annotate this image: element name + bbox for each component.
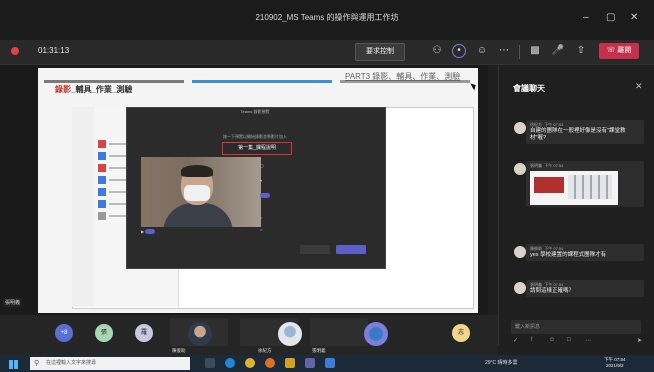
meeting-timer: 01:31:13 [38, 46, 70, 55]
participant-name: 徐紀方 [258, 348, 272, 353]
participant-avatar[interactable]: 張 [95, 324, 113, 342]
attach-icon[interactable]: ! [531, 337, 533, 343]
message-time: 下午 07:53 [544, 122, 564, 127]
message-time: 下午 07:54 [544, 163, 564, 168]
dialog-option[interactable]: ▾ [260, 178, 372, 188]
dialog-option[interactable]: ○ [260, 215, 372, 225]
request-control-button[interactable]: 要求控制 [355, 43, 405, 61]
dialog-toggle[interactable] [260, 193, 372, 203]
person-hair [181, 165, 213, 177]
close-icon[interactable]: ✕ [635, 81, 643, 92]
camera-off-icon[interactable]: ▩ [528, 44, 542, 58]
message-sender: 張明義 [530, 282, 542, 287]
compose-toolbar: ✓ ! ☺ □ ⋯ ➤ [511, 337, 651, 347]
message-sender: 陳俊助 [530, 246, 542, 251]
participant-photo [278, 322, 302, 346]
avatar [514, 282, 526, 294]
toolbar-divider [519, 45, 520, 59]
window-title: 210902_MS Teams 的操作與運用工作坊 [255, 13, 399, 22]
presenter-label: 張明義 [3, 298, 23, 307]
minimize-button[interactable]: – [583, 12, 589, 23]
dialog-option[interactable]: ○ [260, 227, 372, 237]
file-explorer-icon[interactable] [285, 358, 295, 368]
leave-button[interactable]: ☏ 離開 [599, 43, 639, 59]
message-text: 請問這樣正確嗎？ [530, 288, 575, 294]
participant-photo [364, 322, 388, 346]
teams-icon[interactable] [305, 358, 315, 368]
embedded-app-rail [72, 107, 95, 307]
emoji-icon[interactable]: ☺ [549, 337, 555, 343]
search-icon: ⚲ [34, 360, 40, 367]
recording-icon [11, 47, 19, 55]
dialog-option[interactable]: ▢ [260, 163, 372, 173]
message-text: yes 學校建置的課程式團隊才有 [530, 252, 607, 258]
gif-icon[interactable]: □ [567, 337, 571, 343]
more-icon[interactable]: ⋯ [585, 337, 591, 344]
avatar [514, 122, 526, 134]
dialog-confirm-button[interactable] [336, 245, 366, 254]
participant-tile[interactable] [310, 318, 368, 346]
dialog-cancel-button[interactable] [300, 245, 330, 254]
message-text: 自建的團隊在一般裡好像是沒有"課堂教材"喔? [530, 128, 626, 141]
edge-icon[interactable] [225, 358, 235, 368]
dialog-subtitle: 按一下預覽以開始錄影並將影片加入 [223, 134, 287, 139]
participant-name: 陳俊助 [172, 348, 186, 353]
format-icon[interactable]: ✓ [513, 337, 518, 344]
dialog-highlighted-title: 第一集_課程說明 [222, 142, 292, 155]
slide-divider [44, 80, 184, 83]
slide-part-title: PART3 錄影、輔具、作業、測驗 [345, 72, 461, 81]
dialog-title: Teams 錄影預覽 [240, 109, 270, 114]
slide-heading: 錄影_輔具_作業_測驗 [55, 84, 132, 95]
slide-divider [192, 80, 332, 83]
windows-start-icon[interactable] [9, 360, 18, 369]
face-mask [184, 185, 210, 201]
participant-photo [188, 322, 212, 346]
participant-avatar[interactable]: 志 [452, 324, 470, 342]
message-sender: 徐紀方 [530, 122, 542, 127]
avatar [514, 246, 526, 258]
meeting-toolbar: 01:31:13 要求控制 ⚇ • ☺ ⋯ ▩ 🎤 ⇧ ☏ 離開 [0, 40, 654, 65]
chat-title: 會議聊天 [513, 84, 545, 93]
task-view-icon[interactable] [205, 358, 215, 368]
avatar [514, 163, 526, 175]
message-time: 下午 07:54 [544, 282, 564, 287]
slide-heading-red: 錄影 [55, 85, 71, 94]
participants-icon[interactable]: ⚇ [430, 44, 444, 58]
camera-controls: ▶ [141, 229, 261, 237]
word-icon[interactable] [325, 358, 335, 368]
close-button[interactable]: ✕ [630, 12, 638, 23]
message-time: 下午 07:54 [544, 246, 564, 251]
firefox-icon[interactable] [265, 358, 275, 368]
message-sender: 張明義 [530, 163, 542, 168]
camera-preview [141, 157, 261, 227]
send-icon[interactable]: ➤ [637, 337, 642, 344]
chrome-icon[interactable] [245, 358, 255, 368]
participant-name: 張明義 [312, 348, 326, 353]
weather-widget[interactable]: 29°C 晴時多雲 [485, 359, 518, 366]
reactions-icon[interactable]: ☺ [475, 44, 489, 58]
clock-date: 2021/9/2 [605, 363, 624, 368]
more-icon[interactable]: ⋯ [497, 44, 511, 58]
chat-compose-input[interactable]: 鍵入新訊息 [511, 320, 641, 334]
window-titlebar: 210902_MS Teams 的操作與運用工作坊 – ▢ ✕ [0, 0, 654, 40]
leave-label: 離開 [617, 47, 632, 54]
slide-heading-rest: _輔具_作業_測驗 [71, 85, 133, 94]
message-image[interactable] [530, 171, 618, 205]
mic-off-icon[interactable]: 🎤 [551, 44, 565, 58]
taskbar-clock[interactable]: 下午 07:54 2021/9/2 [604, 357, 626, 369]
maximize-button[interactable]: ▢ [606, 12, 615, 23]
participant-overflow-badge[interactable]: +8 [55, 324, 73, 342]
taskbar-search-input[interactable]: 在這裡輸入文字來搜尋 [30, 357, 190, 370]
participant-avatar[interactable]: 羅 [135, 324, 153, 342]
share-icon[interactable]: ⇧ [574, 44, 588, 58]
chat-icon[interactable]: • [452, 44, 466, 58]
